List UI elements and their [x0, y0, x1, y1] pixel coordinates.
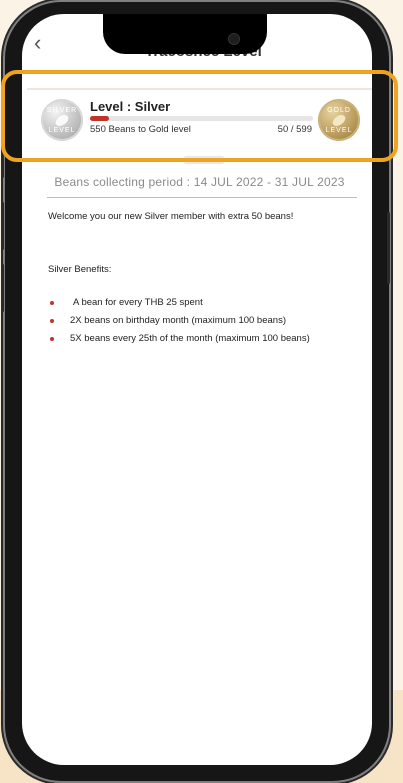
chevron-left-icon: ‹	[34, 30, 42, 55]
welcome-message: Welcome you our new Silver member with e…	[48, 211, 294, 222]
power-button	[387, 212, 390, 284]
benefit-text: A bean for every THB 25 spent	[73, 297, 203, 308]
period-divider	[47, 197, 357, 198]
benefits-title: Silver Benefits:	[48, 264, 112, 275]
bullet-icon	[50, 301, 54, 305]
volume-down-button	[1, 264, 4, 312]
notch	[103, 14, 267, 54]
benefit-text: 5X beans every 25th of the month (maximu…	[70, 333, 310, 344]
benefit-text: 2X beans on birthday month (maximum 100 …	[70, 315, 286, 326]
bullet-icon	[50, 337, 54, 341]
camera-icon	[228, 33, 240, 45]
level-card-highlight[interactable]	[1, 70, 398, 162]
bullet-icon	[50, 319, 54, 323]
collecting-period: Beans collecting period : 14 JUL 2022 - …	[54, 175, 345, 189]
volume-up-button	[1, 202, 4, 250]
back-button[interactable]: ‹	[34, 32, 41, 54]
